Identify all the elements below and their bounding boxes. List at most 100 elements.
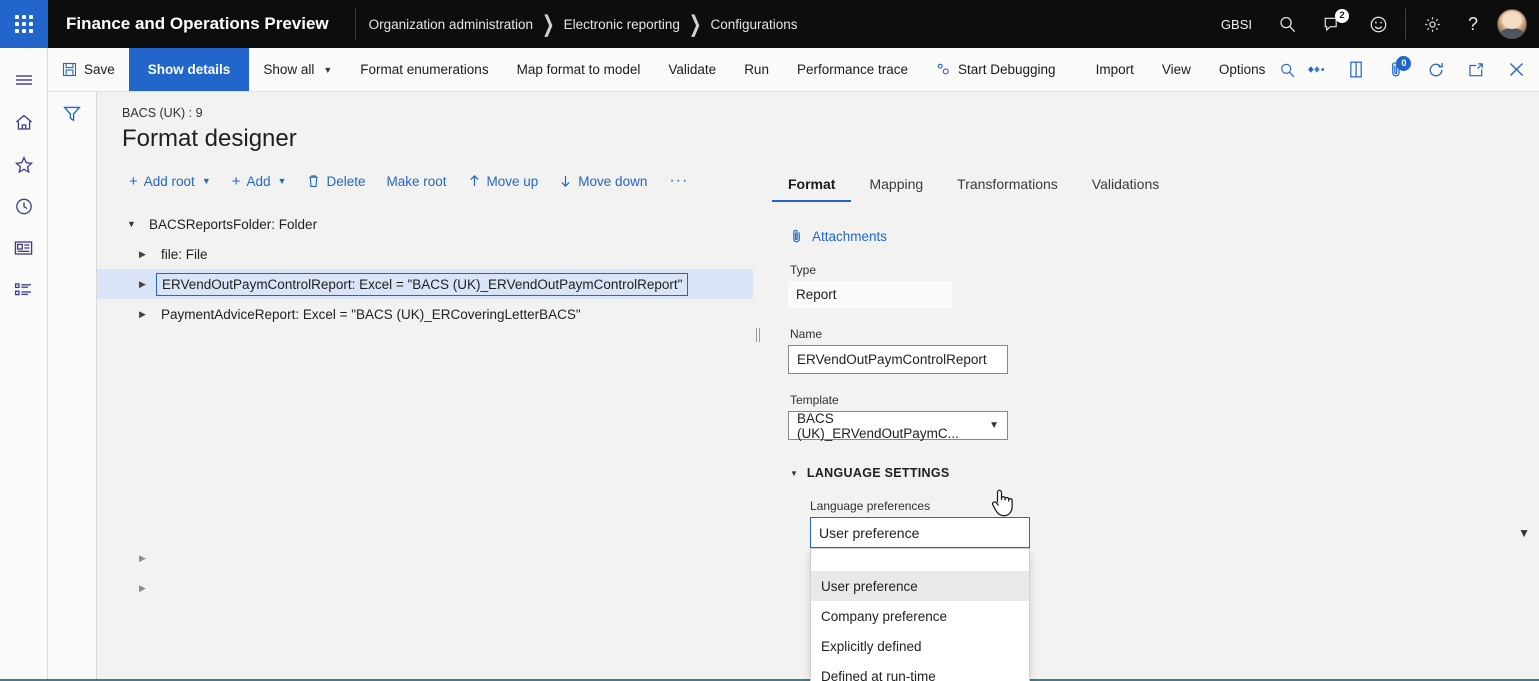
chevron-down-icon: ▼ [277,176,287,186]
show-all-button[interactable]: Show all ▼ [249,48,346,91]
plus-icon: + [129,172,138,190]
attachments-icon[interactable]: 0 [1376,48,1416,92]
dropdown-option-company-preference[interactable]: Company preference [811,601,1029,631]
debug-icon [937,63,949,75]
show-details-button[interactable]: Show details [128,48,250,91]
search-icon[interactable] [1265,0,1310,48]
chevron-down-icon: ▼ [323,64,333,75]
tab-format[interactable]: Format [772,170,852,202]
save-icon [62,62,77,77]
move-up-button[interactable]: Move up [459,169,548,194]
breadcrumb-chevron-icon: ❯ [541,12,555,38]
more-options-button[interactable]: ··· [659,167,698,195]
view-button[interactable]: View [1148,48,1205,91]
expand-arrow-icon[interactable]: ▶ [139,543,146,573]
language-settings-section-header[interactable]: ▼ LANGUAGE SETTINGS [788,440,1539,480]
office-icon[interactable] [1336,48,1376,92]
add-button[interactable]: + Add ▼ [223,168,296,195]
options-button[interactable]: Options [1205,48,1280,91]
format-enumerations-button[interactable]: Format enumerations [346,48,502,91]
tab-validations[interactable]: Validations [1076,170,1175,202]
language-preferences-dropdown-list: User preference Company preference Expli… [810,548,1030,681]
help-icon[interactable]: ? [1455,0,1491,48]
notification-count-badge: 2 [1334,9,1349,23]
waffle-grid-icon [15,15,33,33]
avatar[interactable] [1497,9,1527,39]
filter-funnel-icon[interactable] [62,104,82,679]
chevron-down-icon[interactable]: ▼ [1518,526,1530,540]
detail-tabs: Format Mapping Transformations Validatio… [767,92,1539,202]
attachments-count-badge: 0 [1396,55,1412,71]
type-label: Type [790,263,817,277]
breadcrumb-item-configurations[interactable]: Configurations [710,17,797,32]
app-launcher-button[interactable] [0,0,48,48]
add-label: Add [246,173,271,189]
validate-button[interactable]: Validate [654,48,730,91]
popout-icon[interactable] [1456,48,1496,92]
home-icon[interactable] [0,101,48,143]
arrow-down-icon [561,175,570,187]
name-label: Name [790,327,823,341]
expand-arrow-icon[interactable]: ▶ [139,249,161,260]
template-select[interactable]: BACS (UK)_ERVendOutPaymC... ▼ [788,411,1008,441]
hamburger-icon[interactable] [0,59,48,101]
language-preferences-label: Language preferences [810,499,931,513]
command-bar: Save Show details Show all ▼ Format enum… [48,48,1539,92]
share-icon[interactable] [1296,48,1336,92]
plus-icon: + [231,172,241,190]
dropdown-option-defined-at-run-time[interactable]: Defined at run-time [811,661,1029,681]
breadcrumb-item-organization-administration[interactable]: Organization administration [369,17,533,32]
breadcrumb-chevron-icon: ❯ [688,12,702,38]
tree-node-label: file: File [161,246,208,262]
save-button[interactable]: Save [48,48,129,91]
expand-arrow-icon[interactable]: ▶ [139,573,146,603]
search-icon[interactable] [1279,48,1296,92]
close-icon[interactable] [1496,48,1536,92]
tree-node-label: ERVendOutPaymControlReport: Excel = "BAC… [156,272,689,296]
notification-icon[interactable]: 2 [1310,0,1356,48]
expand-arrow-icon[interactable]: ▼ [127,219,149,229]
name-input[interactable]: ERVendOutPaymControlReport [788,345,1008,374]
dropdown-option-explicitly-defined[interactable]: Explicitly defined [811,631,1029,661]
import-button[interactable]: Import [1082,48,1148,91]
panel-splitter[interactable] [755,327,761,343]
attachments-link[interactable]: Attachments [767,202,887,244]
page-content: BACS (UK) : 9 Format designer + Add root… [97,92,1539,681]
move-down-button[interactable]: Move down [550,169,656,194]
performance-trace-button[interactable]: Performance trace [783,48,922,91]
run-button[interactable]: Run [730,48,783,91]
company-selector[interactable]: GBSI [1208,0,1265,48]
start-debugging-button[interactable]: Start Debugging [922,48,1070,91]
tree-node-label: PaymentAdviceReport: Excel = "BACS (UK)_… [161,306,581,322]
trash-icon [309,175,319,188]
paperclip-icon [793,229,800,243]
make-root-button[interactable]: Make root [377,169,455,194]
map-format-to-model-button[interactable]: Map format to model [503,48,655,91]
dropdown-option-user-preference[interactable]: User preference [811,571,1029,601]
delete-button[interactable]: Delete [298,169,374,194]
breadcrumb: Organization administration ❯ Electronic… [369,12,798,38]
topbar-actions: GBSI 2 ? [1208,0,1539,48]
breadcrumb-item-electronic-reporting[interactable]: Electronic reporting [564,17,680,32]
tab-transformations[interactable]: Transformations [941,170,1074,202]
expand-arrow-icon: ▼ [790,468,798,478]
start-debugging-label: Start Debugging [958,62,1056,77]
favorites-star-icon[interactable] [0,143,48,185]
recent-clock-icon[interactable] [0,185,48,227]
attachments-label: Attachments [812,228,888,244]
gear-icon[interactable] [1410,0,1455,48]
tree-node-label: BACSReportsFolder: Folder [149,216,318,232]
modules-list-icon[interactable] [0,269,48,311]
smiley-icon[interactable] [1356,0,1401,48]
expand-arrow-icon[interactable]: ▶ [139,309,161,320]
tab-mapping[interactable]: Mapping [853,170,939,202]
command-bar-right-actions: 0 [1296,48,1539,91]
refresh-icon[interactable] [1416,48,1456,92]
detail-form: Type Report Name ERVendOutPaymControlRep… [767,263,1539,681]
tree-row[interactable]: ▶ ERVendOutPaymControlReport: Excel = "B… [97,269,753,299]
language-preferences-input[interactable]: User preference [810,517,1030,548]
workspaces-icon[interactable] [0,227,48,269]
add-root-button[interactable]: + Add root ▼ [120,168,220,195]
topbar-divider [1404,9,1406,39]
move-down-label: Move down [578,173,648,189]
